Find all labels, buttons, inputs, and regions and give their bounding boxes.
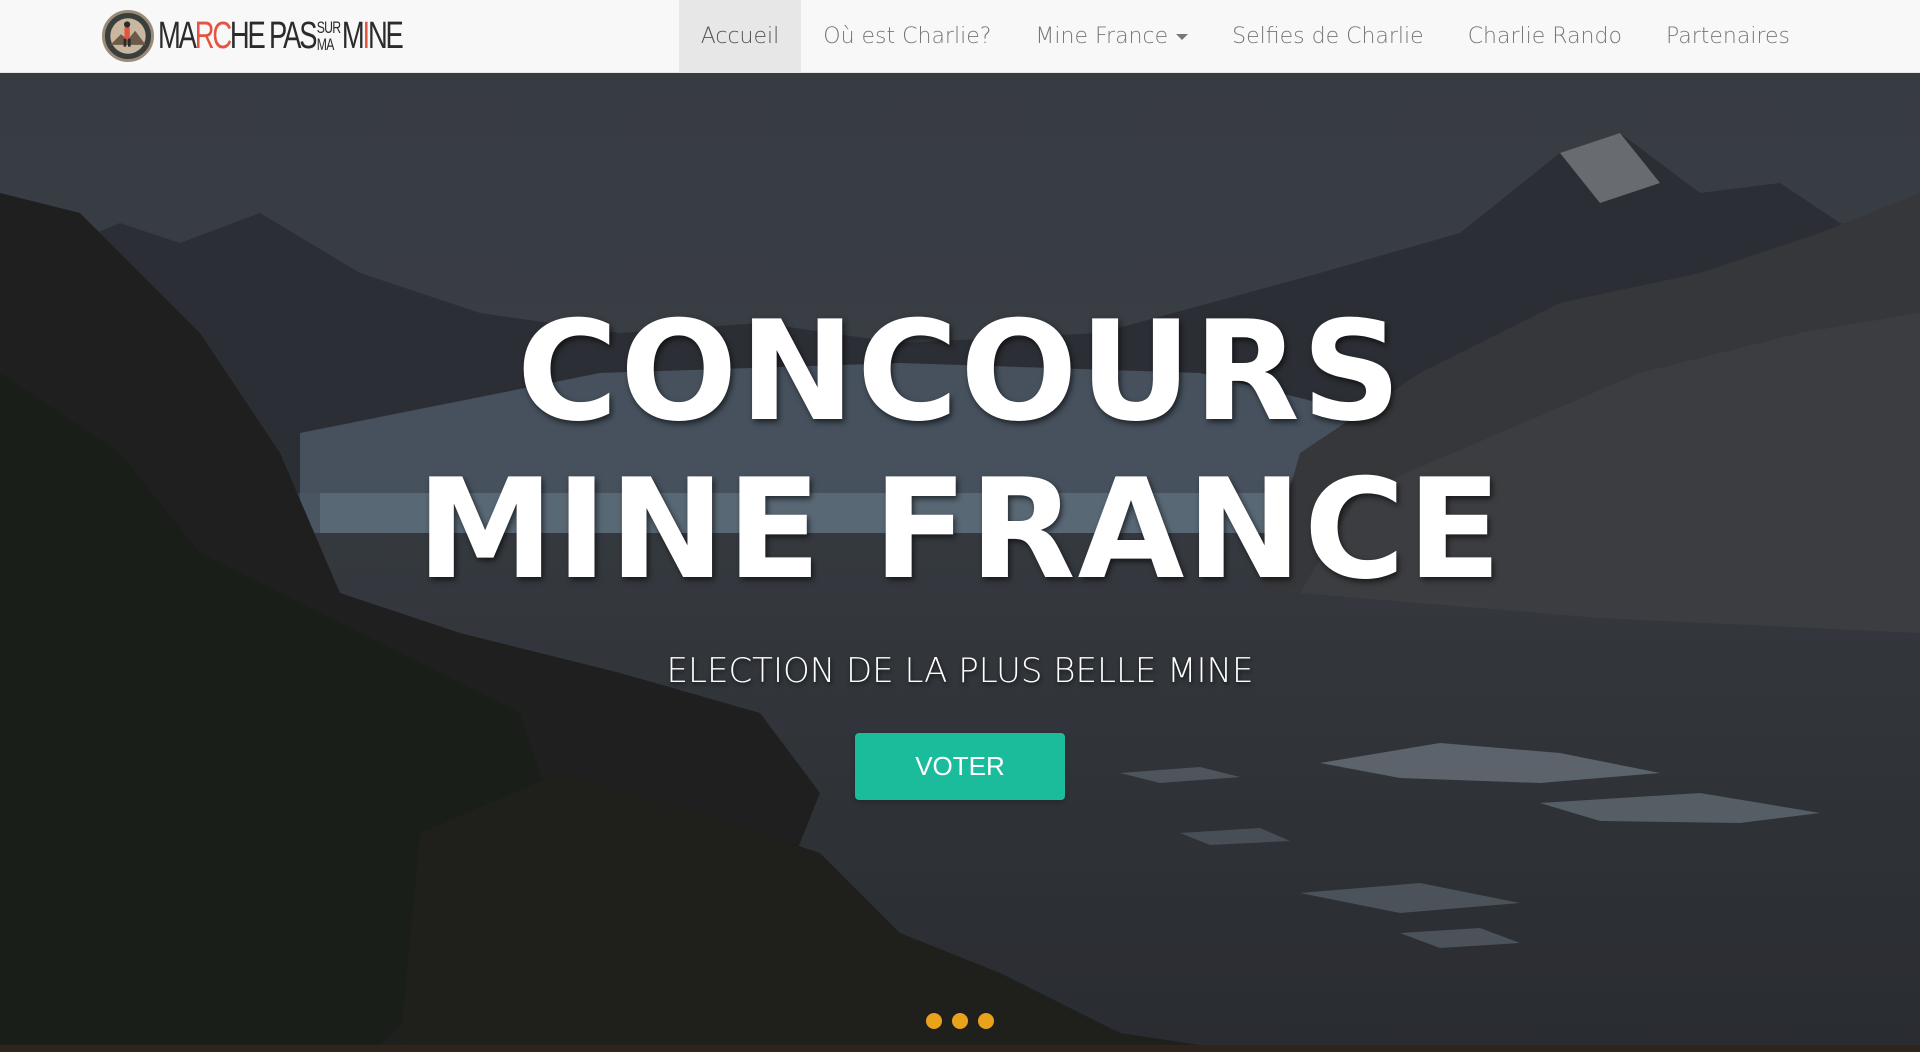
nav-item-label: Accueil bbox=[700, 24, 780, 49]
logo-part: HE PAS bbox=[229, 15, 318, 57]
logo-part: R bbox=[194, 15, 215, 57]
carousel-dot-1[interactable] bbox=[926, 1013, 942, 1029]
logo-part: MA bbox=[158, 15, 197, 57]
brand-wordmark: MA R C HE PAS SUR MA M I NE bbox=[158, 15, 404, 57]
nav-item-label: Où est Charlie? bbox=[823, 24, 992, 49]
logo-part: SUR bbox=[316, 18, 341, 37]
logo-stack: SUR MA bbox=[317, 19, 341, 53]
logo-part: NE bbox=[367, 15, 404, 57]
logo-part: MA bbox=[316, 35, 335, 54]
hiker-badge-icon bbox=[102, 10, 154, 62]
nav-item-charlie-rando[interactable]: Charlie Rando bbox=[1446, 0, 1644, 73]
vote-button[interactable]: VOTER bbox=[855, 733, 1065, 800]
hero-carousel: CONCOURS MINE FRANCE ELECTION DE LA PLUS… bbox=[0, 73, 1920, 1045]
nav-item-label: Selfies de Charlie bbox=[1232, 24, 1424, 49]
nav-item-mine-france[interactable]: Mine France bbox=[1013, 0, 1210, 73]
nav-item-label: Mine France bbox=[1035, 24, 1169, 49]
nav-item-selfies-de-charlie[interactable]: Selfies de Charlie bbox=[1210, 0, 1446, 73]
nav-item-partenaires[interactable]: Partenaires bbox=[1644, 0, 1812, 73]
main-nav: Accueil Où est Charlie? Mine France Self… bbox=[678, 0, 1812, 73]
logo-part: C bbox=[212, 15, 232, 57]
carousel-dot-3[interactable] bbox=[978, 1013, 994, 1029]
carousel-dot-2[interactable] bbox=[952, 1013, 968, 1029]
hero-title: CONCOURS MINE FRANCE bbox=[416, 291, 1504, 610]
caret-down-icon bbox=[1176, 33, 1189, 40]
navbar: MA R C HE PAS SUR MA M I NE Accueil Où e… bbox=[0, 0, 1920, 73]
nav-item-label: Charlie Rando bbox=[1467, 24, 1622, 49]
hero-subtitle: ELECTION DE LA PLUS BELLE MINE bbox=[666, 651, 1254, 691]
nav-item-label: Partenaires bbox=[1665, 24, 1790, 49]
brand-logo[interactable]: MA R C HE PAS SUR MA M I NE bbox=[102, 4, 496, 68]
logo-part: M bbox=[341, 15, 365, 57]
carousel-indicators bbox=[0, 1013, 1920, 1029]
hero-content: CONCOURS MINE FRANCE ELECTION DE LA PLUS… bbox=[0, 293, 1920, 800]
footer-strip bbox=[0, 1045, 1920, 1052]
nav-item-accueil[interactable]: Accueil bbox=[678, 0, 802, 73]
nav-item-ou-est-charlie[interactable]: Où est Charlie? bbox=[801, 0, 1013, 73]
